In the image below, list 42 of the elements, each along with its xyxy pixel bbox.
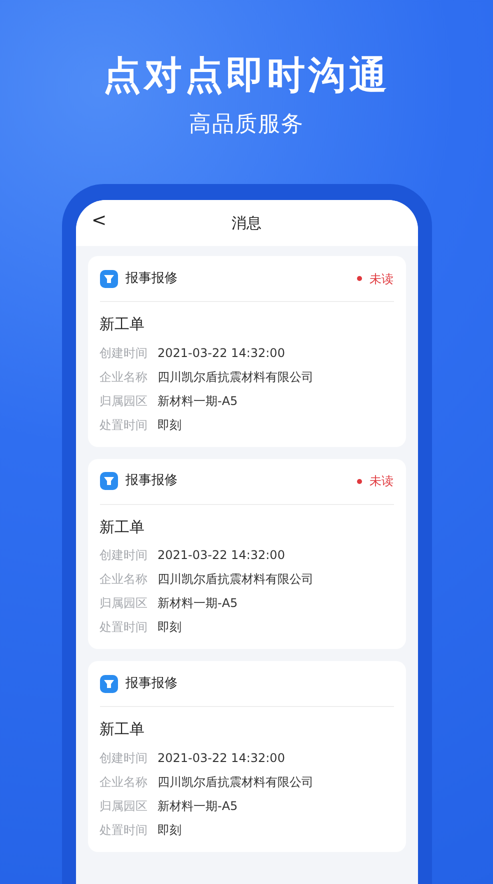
field-value: 2021-03-22 14:32:00 xyxy=(158,547,285,564)
field-label: 归属园区 xyxy=(100,392,148,410)
field-value: 2021-03-22 14:32:00 xyxy=(158,750,285,766)
subheadline: 高品质服务 xyxy=(189,114,304,136)
field-label: 创建时间 xyxy=(100,750,148,766)
field-label: 创建时间 xyxy=(100,344,148,362)
field-label: 企业名称 xyxy=(100,571,148,588)
app-icon xyxy=(100,270,118,288)
field-value: 新材料一期-A5 xyxy=(158,798,238,814)
field-label: 处置时间 xyxy=(100,619,148,636)
field-value: 即刻 xyxy=(158,619,182,636)
field-label: 处置时间 xyxy=(100,416,148,434)
app-icon xyxy=(100,472,118,490)
field-value: 即刻 xyxy=(158,822,182,838)
field-value: 即刻 xyxy=(158,416,182,434)
message-card[interactable]: 报事报修 未读 新工单 创建时间 2021-03-22 14:32:00 企业名称 四川凯尔盾抗震材料有限公司 归属园区 新材料一期-A5 处置时间 即刻 xyxy=(88,458,406,649)
back-button[interactable]: < xyxy=(92,212,107,230)
field-value: 新材料一期-A5 xyxy=(158,392,238,410)
field-label: 创建时间 xyxy=(100,547,148,564)
message-title: 新工单 xyxy=(100,516,146,538)
message-card[interactable]: 报事报修 未读 新工单 创建时间 2021-03-22 14:32:00 企业名称 四川凯尔盾抗震材料有限公司 归属园区 新材料一期-A5 处置时间 即刻 xyxy=(88,256,406,446)
category-label: 报事报修 xyxy=(126,674,178,693)
category-label: 报事报修 xyxy=(126,472,178,490)
field-label: 企业名称 xyxy=(100,368,148,386)
field-value: 四川凯尔盾抗震材料有限公司 xyxy=(158,571,314,588)
status-label: 未读 xyxy=(370,473,394,490)
field-value: 四川凯尔盾抗震材料有限公司 xyxy=(158,774,314,790)
message-title: 新工单 xyxy=(100,314,146,335)
app-icon xyxy=(100,674,118,692)
message-card[interactable]: 报事报修 新工单 创建时间 2021-03-22 14:32:00 企业名称 四川凯尔盾抗震材料有限公司 归属园区 新材料一期-A5 处置时间 即刻 xyxy=(88,661,406,852)
field-label: 处置时间 xyxy=(100,822,148,838)
field-value: 新材料一期-A5 xyxy=(158,595,238,612)
screen-title: 消息 xyxy=(232,212,262,234)
headline: 点对点即时沟通 xyxy=(102,56,391,94)
status-label: 未读 xyxy=(370,270,394,288)
message-title: 新工单 xyxy=(100,719,146,740)
field-value: 四川凯尔盾抗震材料有限公司 xyxy=(158,368,314,386)
field-label: 归属园区 xyxy=(100,595,148,612)
category-label: 报事报修 xyxy=(126,270,178,288)
field-label: 归属园区 xyxy=(100,798,148,814)
field-value: 2021-03-22 14:32:00 xyxy=(158,344,285,362)
field-label: 企业名称 xyxy=(100,774,148,790)
